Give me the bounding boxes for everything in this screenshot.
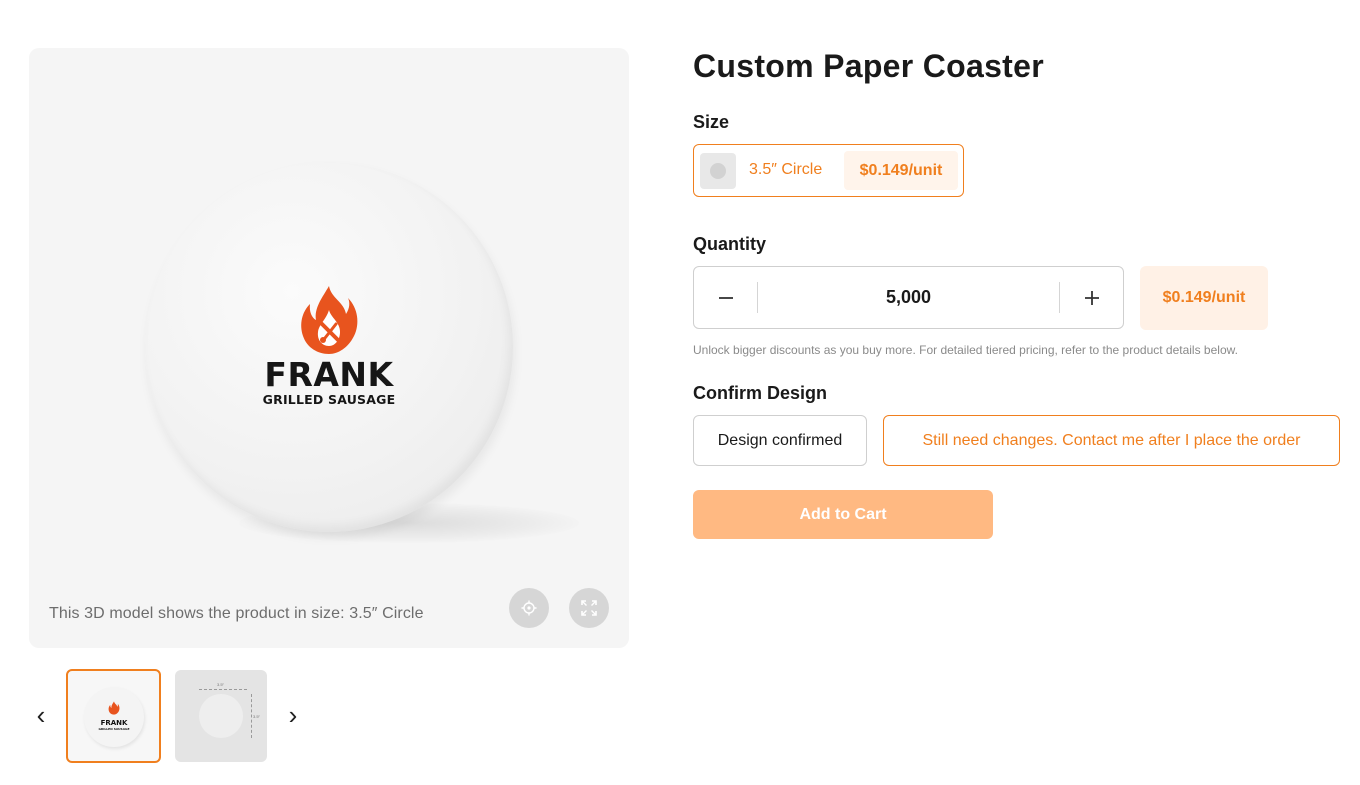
product-title: Custom Paper Coaster — [693, 48, 1044, 84]
coaster-preview: FRANK GRILLED SAUSAGE — [145, 162, 513, 532]
dimension-label-horizontal: 3.5″ — [217, 682, 224, 687]
minus-icon — [718, 296, 733, 299]
target-icon — [521, 600, 537, 616]
add-to-cart-button[interactable]: Add to Cart — [693, 490, 993, 539]
dimension-line-vertical — [251, 694, 252, 738]
quantity-decrease-button[interactable] — [694, 282, 758, 313]
quantity-input[interactable] — [758, 267, 1059, 328]
confirm-design-section-label: Confirm Design — [693, 383, 828, 403]
chevron-left-icon: ‹ — [36, 700, 46, 730]
thumbnail-dimension-diagram — [199, 694, 243, 738]
logo-name-text: FRANK — [264, 355, 394, 394]
gallery-next-button[interactable]: › — [281, 700, 305, 730]
thumbnail-logo-tagline: GRILLED SAUSAGE — [98, 727, 130, 731]
size-option-price: $0.149/unit — [844, 151, 958, 190]
gallery-prev-button[interactable]: ‹ — [29, 700, 53, 730]
size-option-thumbnail — [700, 153, 736, 189]
quantity-stepper — [693, 266, 1124, 329]
recenter-button[interactable] — [509, 588, 549, 628]
need-changes-option[interactable]: Still need changes. Contact me after I p… — [883, 415, 1340, 466]
gallery-thumbnail-2[interactable]: 3.5″ 3.5″ — [175, 670, 267, 762]
fullscreen-button[interactable] — [569, 588, 609, 628]
size-option-3-5-circle[interactable]: 3.5″ Circle $0.149/unit — [693, 144, 964, 197]
expand-icon — [581, 600, 597, 616]
thumbnail-coaster-image: FRANK GRILLED SAUSAGE — [84, 687, 144, 747]
dimension-line-horizontal — [199, 689, 247, 690]
size-thumbnail-circle — [710, 163, 726, 179]
product-3d-viewer[interactable]: FRANK GRILLED SAUSAGE This 3D model show… — [29, 48, 629, 648]
logo-tagline-text: GRILLED SAUSAGE — [262, 392, 396, 407]
thumbnail-logo-name: FRANK — [100, 719, 128, 727]
unit-price-badge: $0.149/unit — [1140, 266, 1268, 330]
quantity-increase-button[interactable] — [1059, 282, 1123, 313]
design-confirmed-option[interactable]: Design confirmed — [693, 415, 867, 466]
discount-note: Unlock bigger discounts as you buy more.… — [693, 343, 1238, 357]
chevron-right-icon: › — [288, 700, 298, 730]
dimension-label-vertical: 3.5″ — [253, 714, 260, 719]
thumbnail-logo: FRANK GRILLED SAUSAGE — [84, 701, 144, 731]
size-section-label: Size — [693, 112, 730, 132]
viewer-caption: This 3D model shows the product in size:… — [49, 605, 424, 622]
plus-icon — [1084, 290, 1099, 305]
size-option-name: 3.5″ Circle — [749, 161, 823, 178]
flame-logo-icon — [301, 286, 358, 354]
quantity-section-label: Quantity — [693, 234, 767, 254]
frank-logo: FRANK GRILLED SAUSAGE — [145, 284, 513, 408]
gallery-thumbnail-1[interactable]: FRANK GRILLED SAUSAGE — [66, 669, 161, 763]
flame-logo-icon — [108, 701, 120, 715]
